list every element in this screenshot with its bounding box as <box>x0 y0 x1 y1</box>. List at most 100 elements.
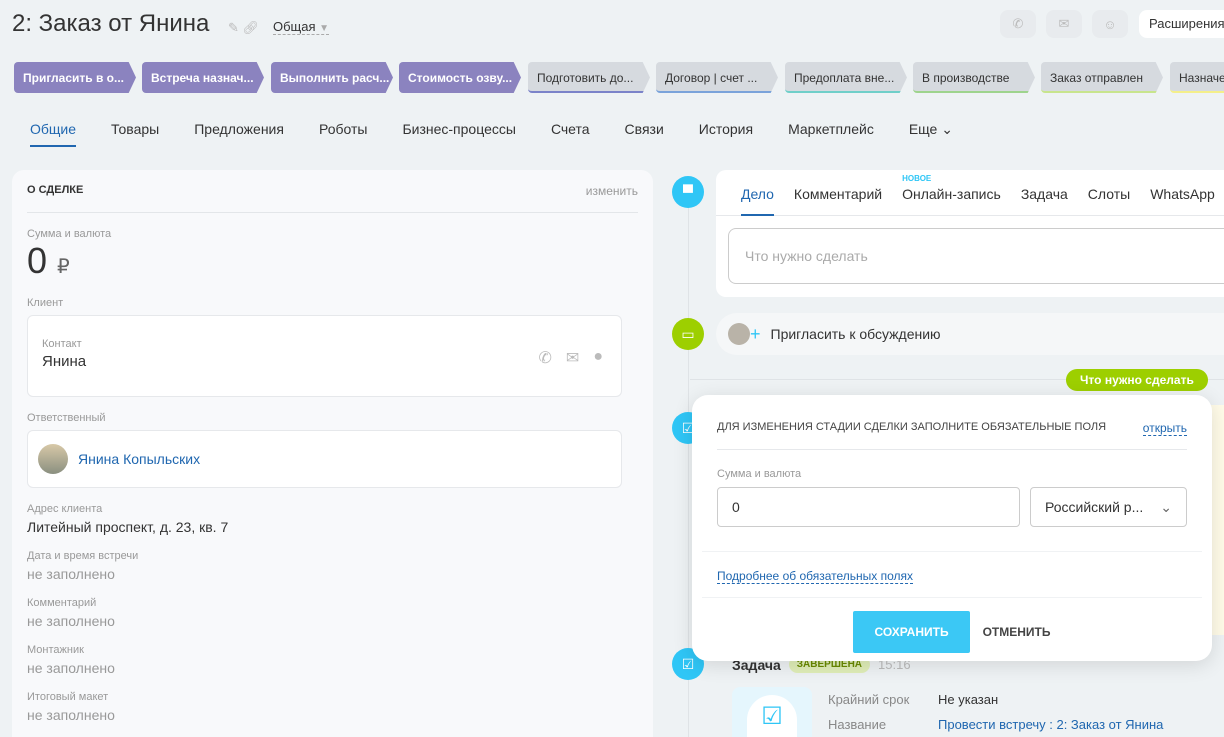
chevron-down-icon: ⌄ <box>1160 499 1172 515</box>
activity-tab-0[interactable]: Дело <box>741 186 774 216</box>
task-icon: ☑ <box>732 687 812 737</box>
activity-tab-label: Онлайн-запись <box>902 186 1001 202</box>
open-link[interactable]: открыть <box>1142 421 1187 436</box>
deal-card: О СДЕЛКЕ изменить Сумма и валюта 0 ₽ Клие… <box>12 170 653 737</box>
tab-0[interactable]: Общие <box>30 121 77 147</box>
activity-tab-3[interactable]: Задача <box>1021 186 1068 215</box>
currency-select[interactable]: Российский р... ⌄ <box>1030 487 1187 527</box>
sum-label: Сумма и валюта <box>27 228 112 240</box>
tab-8[interactable]: Маркетплейс <box>788 121 874 147</box>
card-heading: О СДЕЛКЕ <box>27 184 84 196</box>
more-info-link[interactable]: Подробнее об обязательных полях <box>717 569 914 584</box>
activity-tab-label: Слоты <box>1087 186 1131 202</box>
mail-button[interactable]: ✉ <box>1046 10 1082 38</box>
phone-icon: ✆ <box>1012 16 1024 31</box>
contact-label: Контакт <box>42 338 82 350</box>
contact-name[interactable]: Янина <box>42 353 607 370</box>
plus-icon: + <box>750 323 761 344</box>
tab-label: Счета <box>550 121 590 137</box>
activity-tab-4[interactable]: Слоты <box>1088 186 1130 215</box>
tab-9[interactable]: Еще ⌄ <box>909 121 953 147</box>
name-label: Название <box>828 717 887 732</box>
link-icon[interactable]: 🔗︎ <box>243 20 260 35</box>
comment-icon: ▭ <box>672 318 704 350</box>
field-label: Комментарий <box>27 597 97 609</box>
field-value: не заполнено <box>27 660 115 676</box>
tab-label: Товары <box>111 121 160 137</box>
task-name-link[interactable]: Провести встречу : 2: Заказ от Янина <box>938 717 1163 732</box>
stage-5[interactable]: Договор | счет ... <box>656 62 778 93</box>
sum-number: 0 <box>27 240 48 281</box>
deadline-value: Не указан <box>938 692 999 707</box>
tab-label: Роботы <box>318 121 368 137</box>
avatar <box>728 323 750 345</box>
chat-icon[interactable]: ● <box>593 348 603 368</box>
tab-5[interactable]: Счета <box>551 121 590 147</box>
chevron-down-icon: ⌄ <box>937 121 953 137</box>
stage-9[interactable]: Назначе... <box>1170 62 1224 93</box>
client-box: Контакт Янина ✆ ✉ ● <box>27 315 622 397</box>
activity-tab-5[interactable]: WhatsApp <box>1150 186 1215 215</box>
popup-heading: ДЛЯ ИЗМЕНЕНИЯ СТАДИИ СДЕЛКИ ЗАПОЛНИТЕ ОБ… <box>717 421 1107 433</box>
required-fields-popup: ДЛЯ ИЗМЕНЕНИЯ СТАДИИ СДЕЛКИ ЗАПОЛНИТЕ ОБ… <box>692 395 1212 661</box>
tab-label: Маркетплейс <box>788 121 874 137</box>
field-value: не заполнено <box>27 566 115 582</box>
todo-pill[interactable]: Что нужно сделать <box>1066 369 1208 391</box>
tab-2[interactable]: Предложения <box>194 121 284 147</box>
stage-7[interactable]: В производстве <box>913 62 1035 93</box>
sum-input[interactable]: 0 <box>717 487 1020 527</box>
responsible-box: Янина Копыльских <box>27 430 622 488</box>
stage-0[interactable]: Пригласить в о... <box>14 62 136 93</box>
mail-icon: ✉ <box>1058 16 1070 31</box>
tab-label: Бизнес-процессы <box>402 121 516 137</box>
tab-label: Предложения <box>194 121 284 137</box>
invite-button[interactable]: + Пригласить к обсуждению <box>716 313 1224 355</box>
save-button[interactable]: СОХРАНИТЬ <box>853 611 970 653</box>
activity-tab-label: Комментарий <box>793 186 883 202</box>
stage-8[interactable]: Заказ отправлен <box>1041 62 1163 93</box>
activity-tab-label: WhatsApp <box>1150 186 1215 202</box>
activity-tab-1[interactable]: Комментарий <box>794 186 882 215</box>
client-label: Клиент <box>27 297 64 309</box>
pencil-icon[interactable]: ✎ <box>228 20 239 35</box>
mail-icon[interactable]: ✉ <box>566 348 579 368</box>
currency-symbol: ₽ <box>57 256 70 278</box>
tab-7[interactable]: История <box>699 121 753 147</box>
chat-button[interactable]: ☺ <box>1092 10 1128 38</box>
stage-2[interactable]: Выполнить расч... <box>271 62 393 93</box>
activity-tab-2[interactable]: Онлайн-запись НОВОЕ <box>902 174 1001 215</box>
stage-6[interactable]: Предоплата вне... <box>785 62 907 93</box>
activity-tab-label: Дело <box>741 186 774 202</box>
field-label: Дата и время встречи <box>27 550 139 562</box>
tab-label: История <box>698 121 754 137</box>
stage-4[interactable]: Подготовить до... <box>528 62 650 93</box>
cancel-button[interactable]: ОТМЕНИТЬ <box>983 625 1051 639</box>
edit-link[interactable]: изменить <box>586 184 638 198</box>
stage-1[interactable]: Встреча назнач... <box>142 62 264 93</box>
phone-button[interactable]: ✆ <box>1000 10 1036 38</box>
popup-sum-label: Сумма и валюта <box>717 468 802 480</box>
tab-3[interactable]: Роботы <box>319 121 367 147</box>
activity-icon: ▀ <box>672 176 704 208</box>
chat-icon: ☺ <box>1103 16 1117 32</box>
tab-6[interactable]: Связи <box>625 121 664 147</box>
extensions-button[interactable]: Расширения <box>1139 10 1224 38</box>
deadline-label: Крайний срок <box>828 692 910 707</box>
responsible-label: Ответственный <box>27 412 106 424</box>
tab-4[interactable]: Бизнес-процессы <box>402 121 515 147</box>
phone-icon[interactable]: ✆ <box>539 348 552 368</box>
invite-label: Пригласить к обсуждению <box>770 326 941 342</box>
field-label: Адрес клиента <box>27 503 103 515</box>
activity-editor: Дело Комментарий Онлайн-запись НОВОЕ Задача С… <box>716 170 1224 297</box>
currency-value: Российский р... <box>1045 499 1144 515</box>
avatar <box>38 444 68 474</box>
category-select[interactable]: Общая ▼ <box>273 19 330 35</box>
new-badge: НОВОЕ <box>902 174 932 183</box>
responsible-name[interactable]: Янина Копыльских <box>78 451 200 467</box>
stage-3[interactable]: Стоимость озву... <box>399 62 521 93</box>
main-tabs: Общие Товары Предложения Роботы Бизнес-проце… <box>30 121 988 147</box>
tab-label: Еще <box>908 121 938 137</box>
category-label: Общая <box>273 19 316 34</box>
tab-1[interactable]: Товары <box>111 121 159 147</box>
todo-input[interactable]: Что нужно сделать <box>728 228 1224 284</box>
